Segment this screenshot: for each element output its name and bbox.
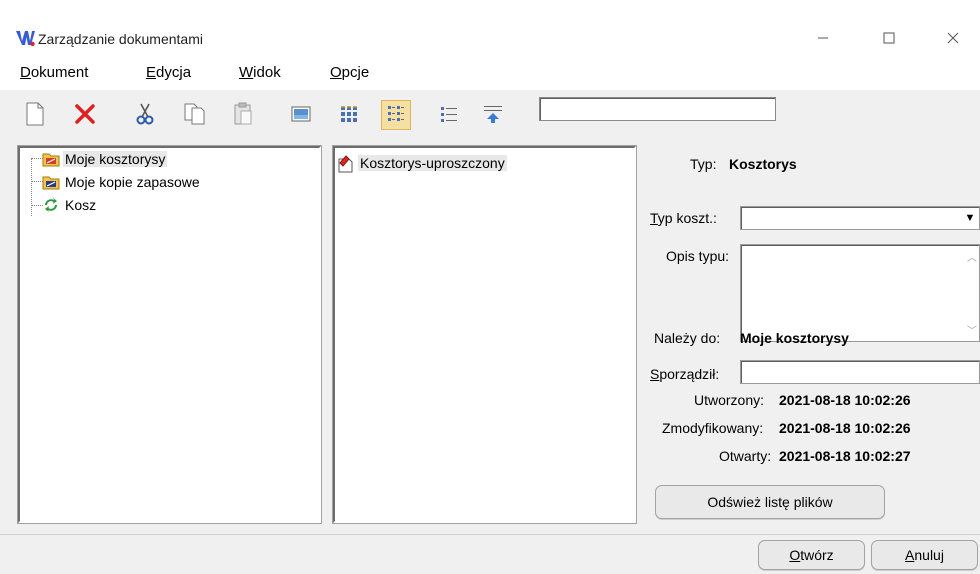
recycle-bin-icon <box>42 197 60 213</box>
menu-dokument[interactable]: Dokument <box>20 64 88 81</box>
folder-icon <box>42 174 60 190</box>
tree-item-moje-kopie-zapasowe[interactable]: Moje kopie zapasowe <box>42 171 202 193</box>
properties-panel: Typ: Kosztorys Typ koszt.: ▼ Opis typu: … <box>648 138 980 534</box>
menu-widok-label: idok <box>253 64 281 81</box>
menu-widok[interactable]: Widok <box>239 64 281 81</box>
typ-value: Kosztorys <box>729 156 797 172</box>
paste-icon <box>232 102 254 129</box>
large-icons-view-button[interactable] <box>334 100 364 130</box>
tree-item-label: Kosz <box>65 197 97 213</box>
preview-button[interactable] <box>286 100 316 130</box>
nalezy-do-label: Należy do: <box>654 330 721 346</box>
scroll-up-icon[interactable]: ︿ <box>967 249 977 264</box>
small-icons-view-icon <box>386 104 406 127</box>
utworzony-label: Utworzony: <box>694 392 765 408</box>
details-view-icon <box>482 103 504 128</box>
minimize-button[interactable] <box>800 22 846 54</box>
chevron-down-icon[interactable]: ▼ <box>961 207 979 229</box>
search-input[interactable] <box>539 97 776 121</box>
nalezy-do-value: Moje kosztorysy <box>740 330 849 346</box>
estimate-document-icon <box>337 155 355 173</box>
cancel-mnemonic: A <box>905 547 915 563</box>
title-bar: Zarządzanie dokumentami <box>0 0 980 58</box>
paste-button[interactable] <box>228 100 258 130</box>
preview-icon <box>290 104 312 127</box>
file-item-kosztorys-uproszczony[interactable]: Kosztorys-uproszczony <box>337 152 507 174</box>
content-area: Moje kosztorysy Moje kopie zapasowe Kosz… <box>0 138 980 534</box>
tree-item-label: Moje kosztorysy <box>63 151 168 167</box>
sporzadzil-label-text: porządził: <box>659 366 720 382</box>
typ-koszt-label: Typ koszt.: <box>650 210 717 226</box>
otwarty-label: Otwarty: <box>719 448 772 464</box>
new-document-button[interactable] <box>20 100 50 130</box>
small-icons-view-button[interactable] <box>381 100 411 130</box>
delete-button[interactable] <box>70 100 100 130</box>
zmodyfikowany-label: Zmodyfikowany: <box>662 420 764 436</box>
file-list[interactable]: Kosztorys-uproszczony <box>332 145 637 524</box>
open-mnemonic: O <box>789 547 801 563</box>
cancel-button[interactable]: Anuluj <box>871 540 978 570</box>
menu-dokument-mnemonic: D <box>20 64 31 81</box>
list-view-icon <box>439 104 459 127</box>
list-view-button[interactable] <box>434 100 464 130</box>
folder-tree[interactable]: Moje kosztorysy Moje kopie zapasowe Kosz <box>17 145 322 524</box>
tree-item-kosz[interactable]: Kosz <box>42 194 98 216</box>
opis-typu-label: Opis typu: <box>666 248 730 264</box>
sporzadzil-label: Sporządził: <box>650 366 719 382</box>
utworzony-value: 2021-08-18 10:02:26 <box>779 392 911 408</box>
copy-icon <box>183 102 207 129</box>
cut-icon <box>135 102 155 129</box>
scroll-down-icon[interactable]: ﹀ <box>967 322 977 337</box>
refresh-file-list-button[interactable]: Odśwież listę plików <box>655 485 885 519</box>
app-logo-icon <box>16 29 35 47</box>
zmodyfikowany-value: 2021-08-18 10:02:26 <box>779 420 911 436</box>
menu-edycja-mnemonic: E <box>146 64 157 81</box>
menu-opcje-label: pcje <box>341 64 370 81</box>
typ-koszt-label-text: yp koszt.: <box>657 210 717 226</box>
button-bar: Otwórz Anuluj <box>0 534 980 574</box>
cancel-label: nuluj <box>914 547 944 563</box>
close-button[interactable] <box>930 22 976 54</box>
window-title: Zarządzanie dokumentami <box>38 31 203 47</box>
typ-koszt-mnemonic: T <box>650 210 658 226</box>
copy-button[interactable] <box>180 100 210 130</box>
toolbar <box>0 90 980 138</box>
opis-typu-textarea[interactable]: ︿ ﹀ <box>740 244 980 342</box>
typ-koszt-select[interactable]: ▼ <box>740 206 980 230</box>
maximize-button[interactable] <box>866 22 912 54</box>
tree-item-moje-kosztorysy[interactable]: Moje kosztorysy <box>42 148 168 170</box>
tree-connector <box>31 158 32 216</box>
cut-button[interactable] <box>130 100 160 130</box>
open-label: twórz <box>800 547 834 563</box>
delete-icon <box>74 103 96 128</box>
menu-bar: Dokument Edycja Widok Opcje <box>0 58 980 88</box>
menu-edycja-label: dycja <box>156 64 192 81</box>
open-button[interactable]: Otwórz <box>758 540 865 570</box>
otwarty-value: 2021-08-18 10:02:27 <box>779 448 911 464</box>
menu-edycja[interactable]: Edycja <box>146 64 191 81</box>
details-view-button[interactable] <box>478 100 508 130</box>
typ-label: Typ: <box>690 156 717 172</box>
menu-opcje[interactable]: Opcje <box>330 64 369 81</box>
new-document-icon <box>25 102 45 129</box>
sporzadzil-input[interactable] <box>740 360 980 384</box>
large-icons-view-icon <box>339 104 359 127</box>
tree-item-label: Moje kopie zapasowe <box>65 174 200 190</box>
sporzadzil-mnemonic: S <box>650 366 660 382</box>
menu-opcje-mnemonic: O <box>330 64 342 81</box>
file-item-label: Kosztorys-uproszczony <box>358 155 507 171</box>
menu-dokument-label: okument <box>30 64 89 81</box>
folder-icon <box>42 151 60 167</box>
refresh-file-list-label: Odśwież listę plików <box>707 494 833 510</box>
menu-widok-mnemonic: W <box>239 64 254 81</box>
